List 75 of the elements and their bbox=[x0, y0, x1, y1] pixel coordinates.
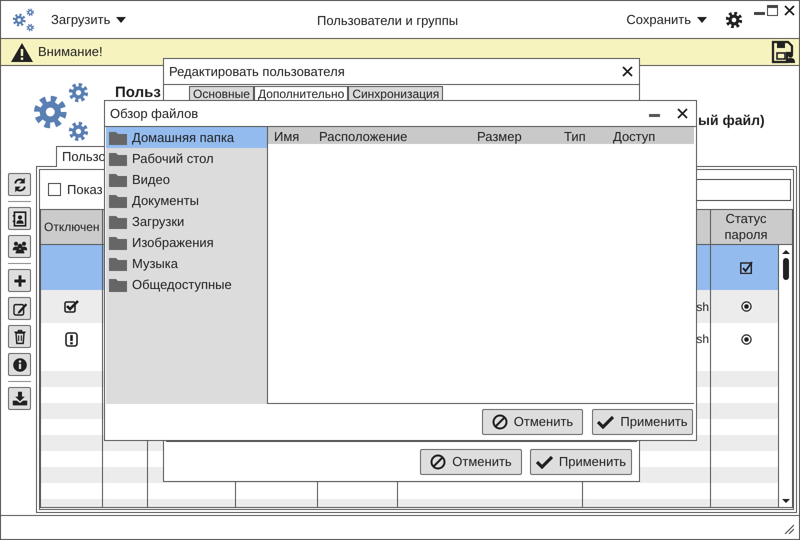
apply-button[interactable]: Применить bbox=[592, 409, 693, 435]
scrollbar[interactable] bbox=[778, 245, 792, 507]
contact-card-icon bbox=[12, 210, 28, 226]
no-entry-icon bbox=[430, 454, 446, 470]
contact-card-button[interactable] bbox=[8, 207, 31, 230]
checkbox[interactable] bbox=[48, 183, 61, 196]
folder-item[interactable]: Музыка bbox=[106, 253, 267, 274]
table-cell-text: sh bbox=[696, 331, 710, 348]
check-icon bbox=[536, 455, 553, 469]
edit-button[interactable] bbox=[8, 297, 31, 320]
window-title: Пользователи и группы bbox=[317, 12, 458, 30]
table-cell-text: sh bbox=[696, 298, 710, 316]
dialog-title: Редактировать пользователя bbox=[169, 62, 345, 81]
check-icon bbox=[597, 415, 614, 429]
trash-icon bbox=[12, 328, 28, 344]
column-header[interactable]: Размер bbox=[477, 127, 522, 146]
no-entry-icon bbox=[492, 414, 508, 430]
checked-box-icon bbox=[64, 300, 79, 313]
trash-button[interactable] bbox=[8, 325, 31, 348]
cancel-button[interactable]: Отменить bbox=[482, 409, 583, 435]
save-user-icon[interactable] bbox=[771, 40, 795, 64]
column-header[interactable]: Статус пароля bbox=[716, 211, 776, 243]
page-title: Польз bbox=[115, 83, 161, 103]
alert-text: Внимание! bbox=[38, 43, 103, 62]
refresh-button[interactable] bbox=[8, 173, 31, 196]
load-menu-button[interactable]: Загрузить bbox=[51, 10, 126, 30]
gears-logo-icon bbox=[10, 6, 36, 32]
page-subtitle: ый файл) bbox=[698, 111, 765, 130]
dialog-title: Обзор файлов bbox=[110, 104, 198, 123]
resize-grip-icon[interactable] bbox=[784, 524, 794, 534]
folder-item[interactable]: Домашняя папка bbox=[106, 127, 267, 148]
folder-icon bbox=[109, 236, 127, 250]
caret-icon bbox=[116, 16, 126, 22]
download-icon bbox=[12, 390, 28, 406]
checkbox-label: Показ bbox=[67, 180, 103, 199]
column-header[interactable]: Расположение bbox=[319, 127, 408, 146]
info-icon bbox=[12, 356, 28, 372]
folder-item[interactable]: Загрузки bbox=[106, 211, 267, 232]
download-button[interactable] bbox=[8, 387, 31, 410]
column-header[interactable]: Имя bbox=[274, 127, 300, 146]
radio-icon bbox=[740, 301, 752, 312]
column-header[interactable]: Отключен bbox=[44, 219, 100, 235]
refresh-icon bbox=[12, 176, 28, 192]
folder-item[interactable]: Изображения bbox=[106, 232, 267, 253]
save-menu-button[interactable]: Сохранить bbox=[626, 10, 707, 30]
column-header[interactable]: Доступ bbox=[613, 127, 656, 146]
folder-icon bbox=[109, 256, 127, 270]
users-group-button[interactable] bbox=[8, 235, 31, 258]
info-button[interactable] bbox=[8, 353, 31, 376]
column-header[interactable]: Тип bbox=[564, 127, 586, 146]
edit-icon bbox=[12, 300, 28, 316]
cancel-button[interactable]: Отменить bbox=[420, 449, 522, 475]
folder-item[interactable]: Видео bbox=[106, 169, 267, 190]
folder-item[interactable]: Документы bbox=[106, 190, 267, 211]
folder-icon bbox=[109, 172, 127, 186]
maximize-icon[interactable] bbox=[767, 5, 778, 16]
folder-icon bbox=[109, 214, 127, 228]
scroll-thumb[interactable] bbox=[782, 258, 788, 280]
warning-icon bbox=[11, 42, 33, 62]
folder-item[interactable]: Общедоступные bbox=[106, 274, 267, 295]
exclamation-icon bbox=[65, 332, 78, 346]
close-icon[interactable] bbox=[784, 5, 795, 16]
settings-icon[interactable] bbox=[726, 12, 742, 28]
checked-box-icon bbox=[740, 261, 752, 274]
folder-icon bbox=[109, 152, 127, 166]
plus-button[interactable] bbox=[8, 269, 31, 292]
radio-icon bbox=[740, 334, 752, 344]
apply-button[interactable]: Применить bbox=[530, 449, 632, 475]
folder-icon bbox=[109, 194, 127, 208]
close-icon[interactable] bbox=[622, 66, 633, 77]
close-icon[interactable] bbox=[677, 108, 688, 119]
caret-icon bbox=[697, 16, 707, 22]
plus-icon bbox=[12, 272, 28, 288]
folder-icon bbox=[109, 130, 127, 144]
scroll-up-icon[interactable] bbox=[782, 250, 790, 254]
